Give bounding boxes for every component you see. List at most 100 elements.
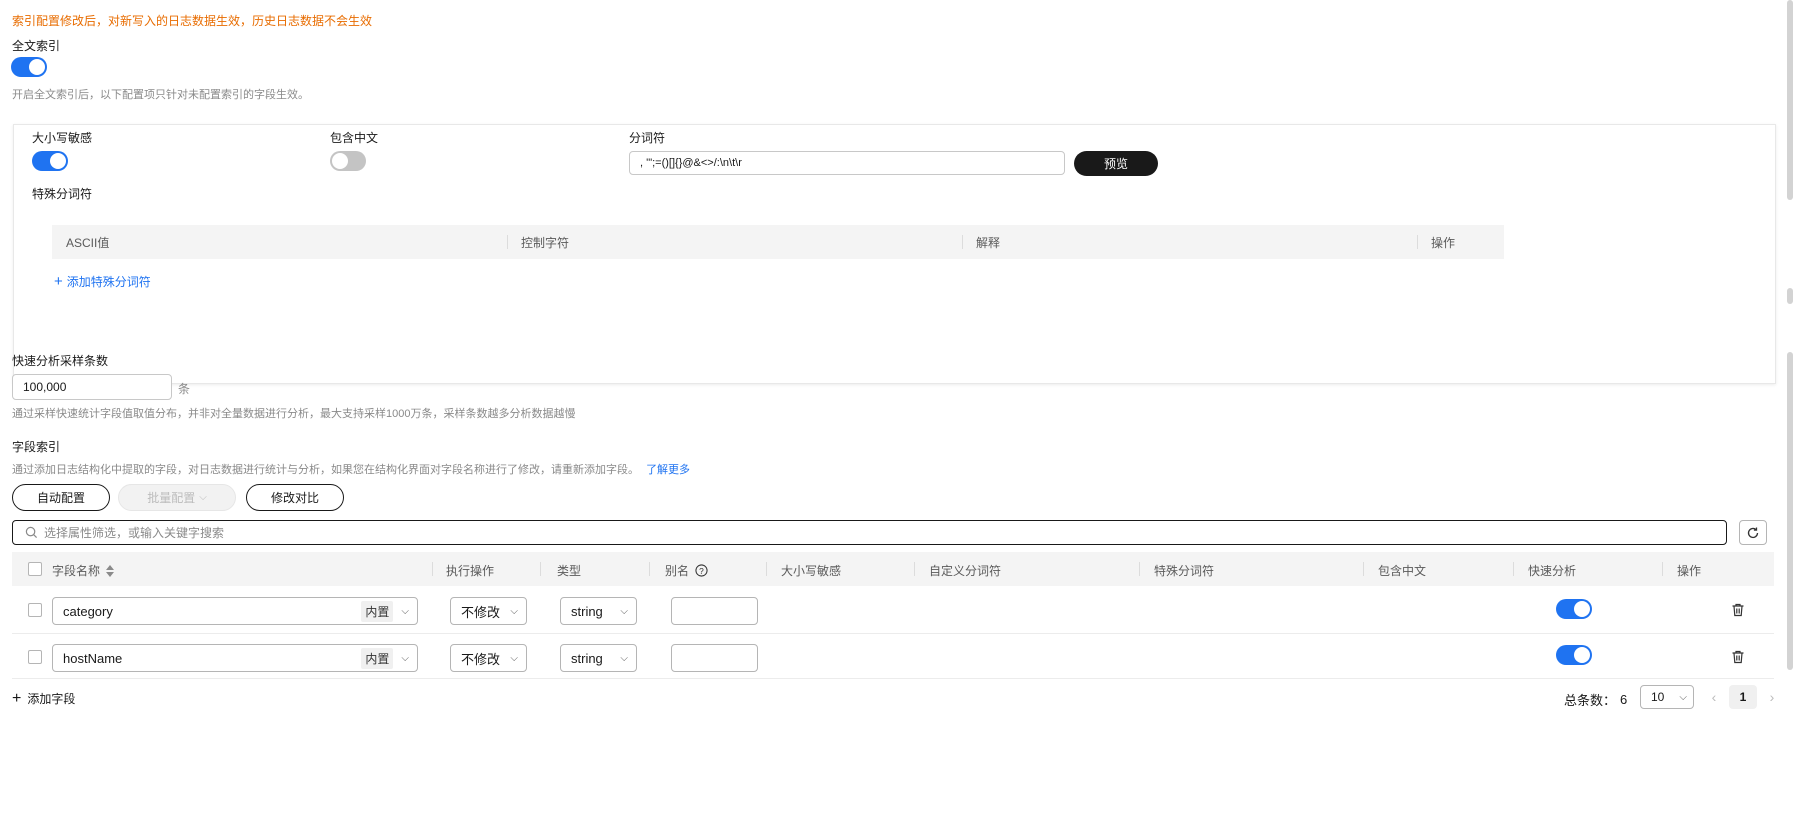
col-special-delimiter: 特殊分词符 xyxy=(1154,564,1215,578)
compare-button[interactable]: 修改对比 xyxy=(246,484,344,511)
action-value: 不修改 xyxy=(461,604,501,620)
col-ascii: ASCII值 xyxy=(66,235,110,250)
chevron-down-icon: ⌵ xyxy=(510,652,518,664)
preview-button[interactable]: 预览 xyxy=(1074,151,1158,176)
include-chinese-toggle[interactable] xyxy=(330,151,366,171)
field-name-value: category xyxy=(63,603,113,619)
add-field-link[interactable]: + 添加字段 xyxy=(12,690,75,707)
col-custom-delimiter: 自定义分词符 xyxy=(929,564,1002,578)
field-name-value: hostName xyxy=(63,650,123,666)
field-search-input[interactable]: 选择属性筛选，或输入关键字搜索 xyxy=(12,520,1727,545)
alias-input[interactable] xyxy=(671,644,758,672)
scrollbar-thumb[interactable] xyxy=(1787,288,1793,304)
include-chinese-label: 包含中文 xyxy=(330,131,379,145)
toggle-knob xyxy=(29,59,45,75)
prev-page-button[interactable]: ‹ xyxy=(1706,685,1722,709)
auto-config-button[interactable]: 自动配置 xyxy=(12,484,110,511)
learn-more-link[interactable]: 了解更多 xyxy=(646,464,690,476)
field-name-suffix: 内置 ⌵ xyxy=(361,647,409,669)
col-field-name[interactable]: 字段名称 xyxy=(52,562,115,579)
add-field-label: 添加字段 xyxy=(27,692,76,706)
next-page-button[interactable]: › xyxy=(1764,685,1780,709)
builtin-tag: 内置 xyxy=(361,647,394,669)
column-divider xyxy=(962,235,963,249)
notice-text: 索引配置修改后，对新写入的日志数据生效，历史日志数据不会生效 xyxy=(12,14,373,28)
page-size-select[interactable]: 10 ⌵ xyxy=(1640,685,1694,709)
full-text-index-label: 全文索引 xyxy=(12,39,61,53)
column-divider xyxy=(432,562,433,576)
chevron-down-icon: ⌵ xyxy=(401,605,409,617)
add-special-delimiter-link[interactable]: + 添加特殊分词符 xyxy=(54,273,151,290)
case-sensitive-label: 大小写敏感 xyxy=(32,131,93,145)
col-action: 执行操作 xyxy=(446,564,495,578)
field-name-suffix: 内置 ⌵ xyxy=(361,600,409,622)
col-alias: 别名 ? xyxy=(665,562,708,579)
field-table-header: 字段名称 执行操作 类型 别名 ? 大小写敏感 自定义分词符 特殊分词符 包含中… xyxy=(12,552,1774,586)
field-name-select[interactable]: hostName 内置 ⌵ xyxy=(52,644,418,672)
toggle-knob xyxy=(50,153,66,169)
chevron-down-icon: ⌵ xyxy=(401,652,409,664)
sampling-input[interactable]: 100,000 xyxy=(12,374,172,400)
chevron-down-icon: ⌵ xyxy=(199,492,207,503)
action-select[interactable]: 不修改 ⌵ xyxy=(450,644,527,672)
col-type: 类型 xyxy=(557,564,582,578)
field-name-select[interactable]: category 内置 ⌵ xyxy=(52,597,418,625)
delimiter-input[interactable]: , '";=()[]{}@&<>/:\n\t\r xyxy=(629,151,1065,175)
alias-input[interactable] xyxy=(671,597,758,625)
type-value: string xyxy=(571,650,603,666)
type-select[interactable]: string ⌵ xyxy=(560,597,637,625)
chevron-down-icon: ⌵ xyxy=(620,652,628,664)
col-operation: 操作 xyxy=(1677,564,1702,578)
special-delimiter-table-header: ASCII值 控制字符 解释 操作 xyxy=(52,225,1504,259)
full-text-index-hint: 开启全文索引后，以下配置项只针对未配置索引的字段生效。 xyxy=(12,89,309,101)
col-field-name-label: 字段名称 xyxy=(52,564,101,578)
field-index-hint-row: 通过添加日志结构化中提取的字段，对日志数据进行统计与分析，如果您在结构化界面对字… xyxy=(12,461,690,477)
type-select[interactable]: string ⌵ xyxy=(560,644,637,672)
quick-analysis-toggle[interactable] xyxy=(1556,645,1592,665)
case-sensitive-toggle[interactable] xyxy=(32,151,68,171)
toggle-knob xyxy=(1574,601,1590,617)
full-text-index-toggle[interactable] xyxy=(11,57,47,77)
action-select[interactable]: 不修改 ⌵ xyxy=(450,597,527,625)
plus-icon: + xyxy=(54,272,63,290)
trash-icon[interactable] xyxy=(1731,650,1745,664)
column-divider xyxy=(649,562,650,576)
pagination-total: 总条数： 6 xyxy=(1564,690,1627,709)
sampling-label: 快速分析采样条数 xyxy=(12,354,109,368)
sampling-hint: 通过采样快速统计字段值取值分布，并非对全量数据进行分析，最大支持采样1000万条… xyxy=(12,408,576,420)
column-divider xyxy=(766,562,767,576)
plus-icon: + xyxy=(12,689,22,707)
scrollbar-thumb[interactable] xyxy=(1787,352,1793,670)
col-explanation: 解释 xyxy=(976,235,1001,250)
col-include-chinese: 包含中文 xyxy=(1378,564,1427,578)
col-operation: 操作 xyxy=(1431,235,1456,250)
batch-config-label: 批量配置 xyxy=(147,491,196,505)
column-divider xyxy=(1363,562,1364,576)
column-divider xyxy=(1513,562,1514,576)
chevron-left-icon: ‹ xyxy=(1711,689,1717,705)
col-control-char: 控制字符 xyxy=(521,235,570,250)
column-divider xyxy=(914,562,915,576)
col-alias-label: 别名 xyxy=(665,564,690,578)
builtin-tag: 内置 xyxy=(361,600,394,622)
delimiter-label: 分词符 xyxy=(629,131,666,145)
total-count: 6 xyxy=(1620,692,1628,707)
chevron-down-icon: ⌵ xyxy=(1679,691,1687,703)
sampling-unit: 条 xyxy=(178,382,191,396)
table-row: category 内置 ⌵ 不修改 ⌵ string ⌵ xyxy=(0,586,1799,633)
search-icon xyxy=(25,526,38,539)
trash-icon[interactable] xyxy=(1731,603,1745,617)
batch-config-button: 批量配置 ⌵ xyxy=(118,484,236,511)
toggle-knob xyxy=(332,153,348,169)
page-button-current[interactable]: 1 xyxy=(1729,685,1757,709)
table-row: hostName 内置 ⌵ 不修改 ⌵ string ⌵ xyxy=(0,633,1799,680)
quick-analysis-toggle[interactable] xyxy=(1556,599,1592,619)
select-all-checkbox[interactable] xyxy=(28,562,42,576)
type-value: string xyxy=(571,603,603,619)
row-checkbox[interactable] xyxy=(28,603,42,617)
help-icon[interactable]: ? xyxy=(695,564,708,577)
row-checkbox[interactable] xyxy=(28,650,42,664)
scrollbar-thumb[interactable] xyxy=(1787,0,1793,200)
chevron-down-icon: ⌵ xyxy=(620,605,628,617)
refresh-button[interactable] xyxy=(1739,520,1767,545)
